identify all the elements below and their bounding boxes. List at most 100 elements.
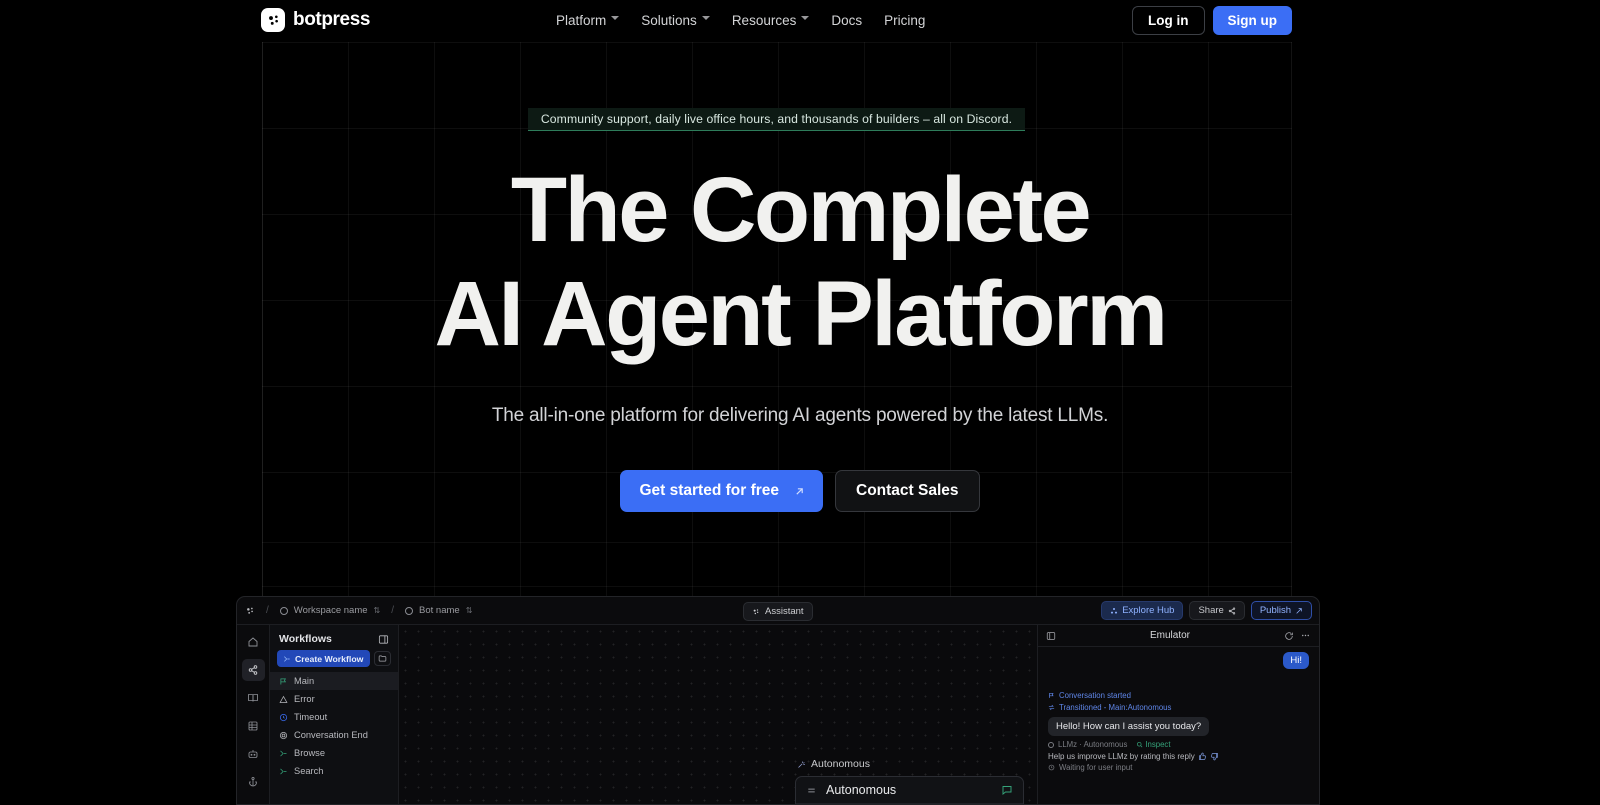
flag-icon xyxy=(1048,692,1055,699)
workflow-item-browse-label: Browse xyxy=(294,748,326,758)
assistant-icon xyxy=(752,608,760,616)
breadcrumb-bot[interactable]: Bot name xyxy=(419,605,460,616)
book-icon[interactable] xyxy=(242,687,265,709)
anchor-icon[interactable] xyxy=(242,771,265,793)
message-meta: LLMz · Autonomous Inspect xyxy=(1048,740,1309,749)
share-button[interactable]: Share xyxy=(1189,601,1245,620)
announcement-banner[interactable]: Community support, daily live office hou… xyxy=(528,108,1025,131)
bot-avatar-icon xyxy=(405,606,414,615)
app-top-actions: Explore Hub Share Publish xyxy=(1101,601,1312,620)
nav-item-pricing[interactable]: Pricing xyxy=(884,13,925,28)
emulator-conversation: Hi! Conversation started Transitioned - … xyxy=(1038,647,1319,783)
chat-bubble-icon[interactable] xyxy=(1001,784,1013,796)
announcement-text: Community support, daily live office hou… xyxy=(540,112,1013,126)
brand-logo[interactable]: botpress xyxy=(261,8,370,32)
share-icon xyxy=(1228,606,1236,615)
refresh-icon[interactable] xyxy=(1284,631,1294,641)
panel-collapse-icon[interactable] xyxy=(1046,631,1056,641)
contact-sales-button[interactable]: Contact Sales xyxy=(835,470,980,512)
message-meta-model: LLMz · Autonomous xyxy=(1058,740,1128,749)
autonomous-node[interactable]: Autonomous xyxy=(795,776,1024,804)
background-grid-lower xyxy=(262,542,1292,602)
home-icon[interactable] xyxy=(242,631,265,653)
login-button[interactable]: Log in xyxy=(1132,5,1205,35)
workspace-switcher-icon[interactable]: ⇅ xyxy=(374,606,381,615)
assistant-label: Assistant xyxy=(765,606,804,617)
thumbs-up-icon[interactable] xyxy=(1198,752,1207,761)
workflow-item-search[interactable]: Search xyxy=(270,762,398,780)
workflows-actions: Create Workflow xyxy=(270,650,398,667)
workflow-item-search-label: Search xyxy=(294,766,324,776)
emulator-header: Emulator xyxy=(1038,625,1319,647)
app-topbar: / Workspace name ⇅ / Bot name ⇅ Assistan… xyxy=(237,597,1319,625)
branch-icon xyxy=(279,767,288,776)
nav-links: Platform Solutions Resources Docs Pricin… xyxy=(556,13,925,28)
model-icon xyxy=(1048,741,1054,748)
breadcrumb-workspace[interactable]: Workspace name xyxy=(294,605,368,616)
explore-hub-label: Explore Hub xyxy=(1122,605,1175,616)
bot-switcher-icon[interactable]: ⇅ xyxy=(466,606,473,615)
breadcrumb-separator: / xyxy=(266,605,269,616)
clock-icon xyxy=(279,713,288,722)
nav-item-docs[interactable]: Docs xyxy=(831,13,862,28)
breadcrumb-separator-2: / xyxy=(391,605,395,616)
inspect-link[interactable]: Inspect xyxy=(1145,740,1170,749)
new-folder-icon[interactable] xyxy=(374,651,391,666)
workflow-item-browse[interactable]: Browse xyxy=(270,744,398,762)
signup-button[interactable]: Sign up xyxy=(1212,5,1292,35)
stop-icon xyxy=(279,731,288,740)
bot-icon[interactable] xyxy=(242,743,265,765)
emulator-panel: Emulator Hi! Conversation started Transi… xyxy=(1037,625,1319,804)
branch-icon xyxy=(279,749,288,758)
breadcrumb: / Workspace name ⇅ / Bot name ⇅ xyxy=(245,605,472,616)
emulator-title: Emulator xyxy=(1149,630,1190,641)
thumbs-down-icon[interactable] xyxy=(1210,752,1219,761)
log-transitioned: Transitioned - Main:Autonomous xyxy=(1048,703,1309,712)
log-transitioned-text: Transitioned - Main:Autonomous xyxy=(1059,703,1172,712)
get-started-button[interactable]: Get started for free xyxy=(620,470,824,512)
assistant-button[interactable]: Assistant xyxy=(743,602,813,621)
workflow-item-conversation-end[interactable]: Conversation End xyxy=(270,726,398,744)
magic-wand-icon xyxy=(797,760,806,769)
hub-icon xyxy=(1110,607,1118,615)
user-message: Hi! xyxy=(1283,652,1309,669)
rating-prompt: Help us improve LLMz by rating this repl… xyxy=(1048,752,1195,761)
page-title: The Complete AI Agent Platform xyxy=(0,158,1600,366)
panel-collapse-icon[interactable] xyxy=(378,634,389,645)
explore-hub-button[interactable]: Explore Hub xyxy=(1101,601,1184,620)
bot-message: Hello! How can I assist you today? xyxy=(1048,717,1210,736)
workflows-panel-header: Workflows xyxy=(270,625,398,650)
nav-item-resources[interactable]: Resources xyxy=(732,13,810,28)
icon-rail xyxy=(237,625,270,804)
landing-page: botpress Platform Solutions Resources Do… xyxy=(0,0,1600,805)
botpress-logo-icon[interactable] xyxy=(245,606,255,616)
publish-button[interactable]: Publish xyxy=(1250,601,1312,620)
node-group-label: Autonomous xyxy=(797,758,870,770)
rating-row: Help us improve LLMz by rating this repl… xyxy=(1048,752,1309,761)
create-workflow-button[interactable]: Create Workflow xyxy=(277,650,370,667)
hero-subtitle: The all-in-one platform for delivering A… xyxy=(491,405,1109,426)
nav-item-solutions-label: Solutions xyxy=(641,12,697,28)
table-icon[interactable] xyxy=(242,715,265,737)
get-started-label: Get started for free xyxy=(639,482,780,499)
workflow-item-error[interactable]: Error xyxy=(270,690,398,708)
botpress-logo-icon xyxy=(261,8,285,32)
workflow-item-error-label: Error xyxy=(294,694,315,704)
chevron-down-icon xyxy=(701,16,710,24)
publish-icon xyxy=(1295,607,1303,615)
create-workflow-label: Create Workflow xyxy=(295,653,364,664)
nav-item-solutions[interactable]: Solutions xyxy=(641,13,710,28)
workspace-avatar-icon xyxy=(279,606,288,615)
share-label: Share xyxy=(1198,605,1224,616)
workflow-item-timeout[interactable]: Timeout xyxy=(270,708,398,726)
nav-item-platform[interactable]: Platform xyxy=(556,13,620,28)
waiting-status: Waiting for user input xyxy=(1048,763,1309,772)
chevron-down-icon xyxy=(801,16,810,24)
workflow-item-main[interactable]: Main xyxy=(270,672,398,690)
workflow-icon[interactable] xyxy=(241,659,265,681)
headline-line-1: The Complete xyxy=(510,159,1092,261)
workflow-item-main-label: Main xyxy=(294,676,315,686)
workflows-title: Workflows xyxy=(279,633,332,645)
list-icon xyxy=(806,785,817,796)
more-horizontal-icon[interactable] xyxy=(1300,630,1311,641)
